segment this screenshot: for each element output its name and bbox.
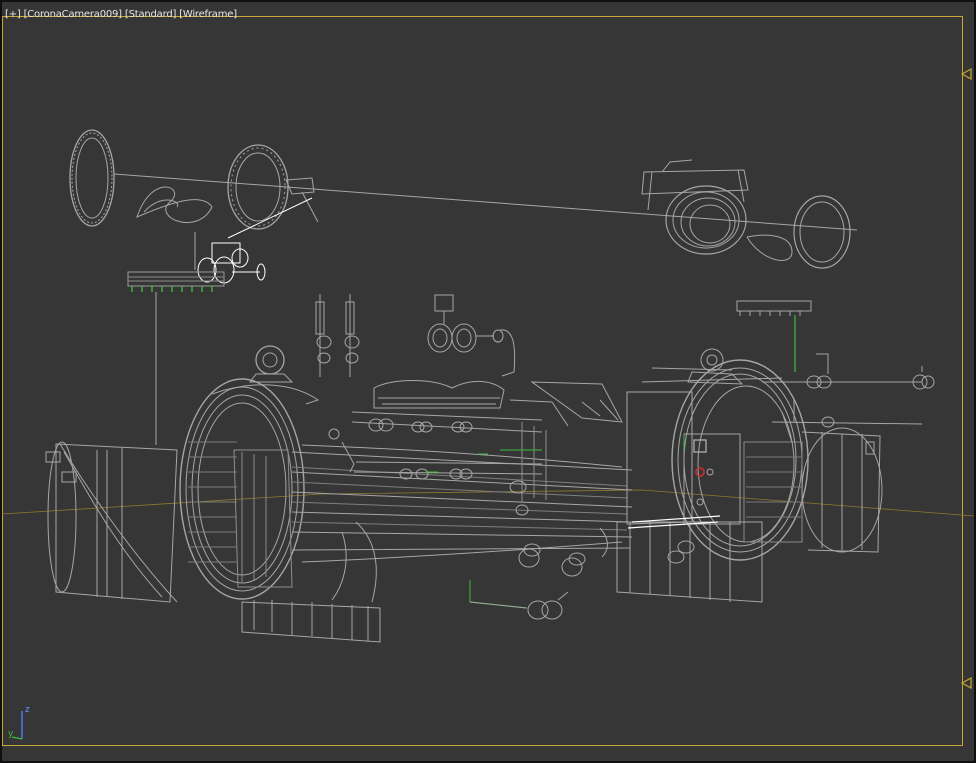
- selected-valve-assembly: [197, 197, 313, 284]
- tank-end-cap-left: [45, 441, 178, 603]
- door-handle-top: [211, 345, 320, 405]
- ground-line: [2, 489, 974, 517]
- viewport-plus-menu[interactable]: [+]: [5, 9, 21, 20]
- display-mode-menu[interactable]: [Wireframe]: [179, 9, 237, 20]
- tank-end-cap-right: [801, 427, 883, 553]
- support-legs-left: [241, 521, 381, 643]
- axis-z-label: z: [25, 705, 30, 715]
- gasket-shape: [136, 186, 213, 224]
- wireframe-scene[interactable]: [2, 2, 974, 761]
- gauge-pair: [315, 294, 360, 377]
- camera-menu[interactable]: [CoronaCamera009]: [24, 9, 123, 20]
- safe-frame-marker-icon: [960, 68, 972, 80]
- tank-shell-left: [179, 378, 305, 600]
- flange-ring-right: [746, 195, 851, 269]
- tube-rack-right: [736, 300, 812, 316]
- viewport[interactable]: [+] [CoronaCamera009] [Standard] [Wirefr…: [0, 0, 976, 763]
- viewport-canvas[interactable]: [+] [CoronaCamera009] [Standard] [Wirefr…: [2, 2, 974, 761]
- safe-frame-marker-icon: [960, 677, 972, 689]
- door-clamp-assembly: [641, 159, 749, 255]
- pipe-runs-middle: [328, 411, 547, 516]
- tank-body-main: [291, 444, 633, 563]
- rail-segment: [373, 380, 505, 409]
- pipe-valve-cluster: [427, 294, 516, 377]
- axis-tripod-icon: z y: [8, 705, 38, 743]
- viewport-label-menu[interactable]: [+] [CoronaCamera009] [Standard] [Wirefr…: [5, 8, 237, 22]
- axis-y-label: y: [8, 729, 14, 739]
- shading-mode-menu[interactable]: [Standard]: [125, 9, 176, 20]
- drain-valve: [469, 580, 569, 620]
- flange-ring-left: [69, 129, 115, 227]
